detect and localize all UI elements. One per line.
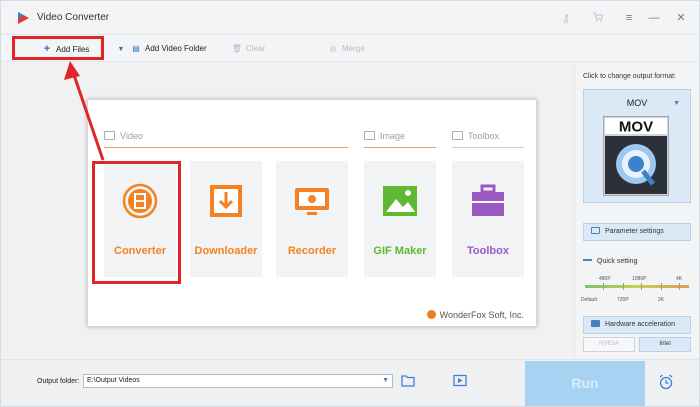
section-image-label: Image — [380, 131, 406, 141]
minimize-icon[interactable]: — — [646, 10, 662, 26]
quick-setting-text: Quick setting — [597, 258, 638, 265]
picture-icon — [383, 186, 417, 216]
hardware-acceleration-label: Hardware acceleration — [605, 321, 676, 328]
output-format-hint: Click to change output format: — [583, 73, 676, 80]
close-icon[interactable]: ✕ — [673, 10, 689, 26]
mov-format-icon: MOV — [603, 116, 669, 196]
section-toolbox-label: Toolbox — [468, 131, 500, 141]
app-logo-icon — [18, 12, 29, 24]
quick-setting-icon — [583, 259, 592, 261]
image-divider — [364, 147, 436, 148]
slider-tick — [623, 283, 624, 290]
slider-tick — [679, 283, 680, 290]
cart-icon[interactable] — [591, 11, 605, 25]
output-folder-value: E:\Output Videos — [87, 377, 140, 384]
tile-toolbox[interactable]: Toolbox — [452, 161, 524, 277]
section-image: Image — [364, 131, 405, 141]
folder-add-icon: ▤ — [132, 44, 140, 53]
output-folder-label: Output folder: — [37, 378, 80, 385]
folder-open-icon[interactable] — [401, 374, 415, 387]
video-divider — [104, 147, 348, 148]
merge-button[interactable]: ◎ Merge — [327, 42, 365, 56]
parameter-settings-button[interactable]: Parameter settings — [583, 223, 691, 241]
chevron-down-icon[interactable]: ▼ — [382, 375, 389, 387]
tile-recorder[interactable]: Recorder — [276, 161, 348, 277]
tile-recorder-label: Recorder — [287, 245, 337, 257]
menu-icon[interactable]: ≡ — [621, 10, 637, 26]
chip-icon — [591, 320, 600, 327]
add-video-folder-label: Add Video Folder — [145, 44, 207, 53]
sliders-icon — [591, 227, 600, 234]
output-format-selector[interactable]: MOV ▼ MOV — [583, 89, 691, 203]
merge-icon: ◎ — [329, 44, 337, 53]
tick-720p: 720P — [617, 297, 629, 303]
clear-button[interactable]: 🗑 Clear — [231, 42, 265, 56]
tile-downloader[interactable]: Downloader — [190, 161, 262, 277]
hardware-acceleration-toggle[interactable]: Hardware acceleration — [583, 316, 691, 334]
tile-toolbox-label: Toolbox — [467, 245, 509, 257]
brand-logo-icon — [426, 310, 436, 319]
key-icon[interactable]: ⚷ — [559, 11, 573, 25]
tile-gif-maker[interactable]: GIF Maker — [364, 161, 436, 277]
quick-setting-label: Quick setting — [583, 258, 637, 265]
gpu-nvidia-label: NVIDIA — [598, 341, 619, 347]
toolbox-divider — [452, 147, 524, 148]
section-toolbox: Toolbox — [452, 131, 499, 141]
toolbox-section-icon — [452, 131, 463, 140]
tick-2k: 2K — [658, 297, 665, 303]
title-bar: Video Converter ⚷ ≡ — ✕ — [1, 1, 699, 35]
slider-tick — [641, 283, 642, 290]
merge-label: Merge — [342, 44, 365, 53]
gpu-options: NVIDIA Intel — [583, 337, 691, 353]
parameter-settings-label: Parameter settings — [605, 228, 664, 235]
output-folder-field[interactable]: E:\Output Videos ▼ — [83, 374, 393, 388]
chevron-down-icon: ▼ — [673, 100, 680, 107]
tile-downloader-label: Downloader — [194, 245, 258, 257]
quality-slider[interactable] — [585, 285, 689, 288]
section-video: Video — [104, 131, 143, 141]
run-button[interactable]: Run — [525, 361, 645, 406]
bottom-bar: Output folder: E:\Output Videos ▼ Run — [1, 359, 699, 406]
preview-icon[interactable] — [453, 374, 467, 387]
gpu-intel-option[interactable]: Intel — [639, 337, 691, 352]
output-panel: Click to change output format: MOV ▼ MOV… — [574, 63, 699, 359]
mov-badge-text: MOV — [619, 119, 653, 136]
image-section-icon — [364, 131, 375, 140]
main-area: Video Image Toolbox Converter Downloader… — [1, 63, 573, 359]
chevron-down-icon: ▼ — [117, 46, 125, 53]
trash-icon: 🗑 — [231, 44, 243, 53]
toolbar: + Add Files ▼ ▤ Add Video Folder 🗑 Clear ◎ Me… — [1, 36, 699, 62]
add-files-highlight — [12, 36, 104, 60]
tick-4k: 4K — [676, 276, 683, 282]
converter-highlight — [92, 161, 181, 284]
screen-record-icon — [295, 188, 329, 215]
download-icon — [210, 185, 242, 217]
window-title: Video Converter — [37, 12, 110, 23]
slider-tick — [603, 283, 604, 290]
brand-footer: WonderFox Soft, Inc. — [426, 310, 524, 320]
tick-1080p: 1080P — [632, 276, 647, 282]
alarm-clock-icon[interactable] — [658, 374, 674, 390]
gpu-intel-label: Intel — [659, 341, 671, 347]
section-video-label: Video — [120, 131, 143, 141]
slider-tick — [661, 283, 662, 290]
brand-text: WonderFox Soft, Inc. — [439, 310, 524, 320]
clear-label: Clear — [246, 44, 266, 53]
video-section-icon — [104, 131, 115, 140]
tile-gif-maker-label: GIF Maker — [373, 245, 427, 257]
gpu-nvidia-option[interactable]: NVIDIA — [583, 337, 635, 352]
tick-default: Default — [581, 297, 597, 303]
tick-480p: 480P — [599, 276, 611, 282]
add-video-folder-button[interactable]: ▼ ▤ Add Video Folder — [115, 42, 207, 56]
briefcase-icon — [472, 184, 504, 216]
